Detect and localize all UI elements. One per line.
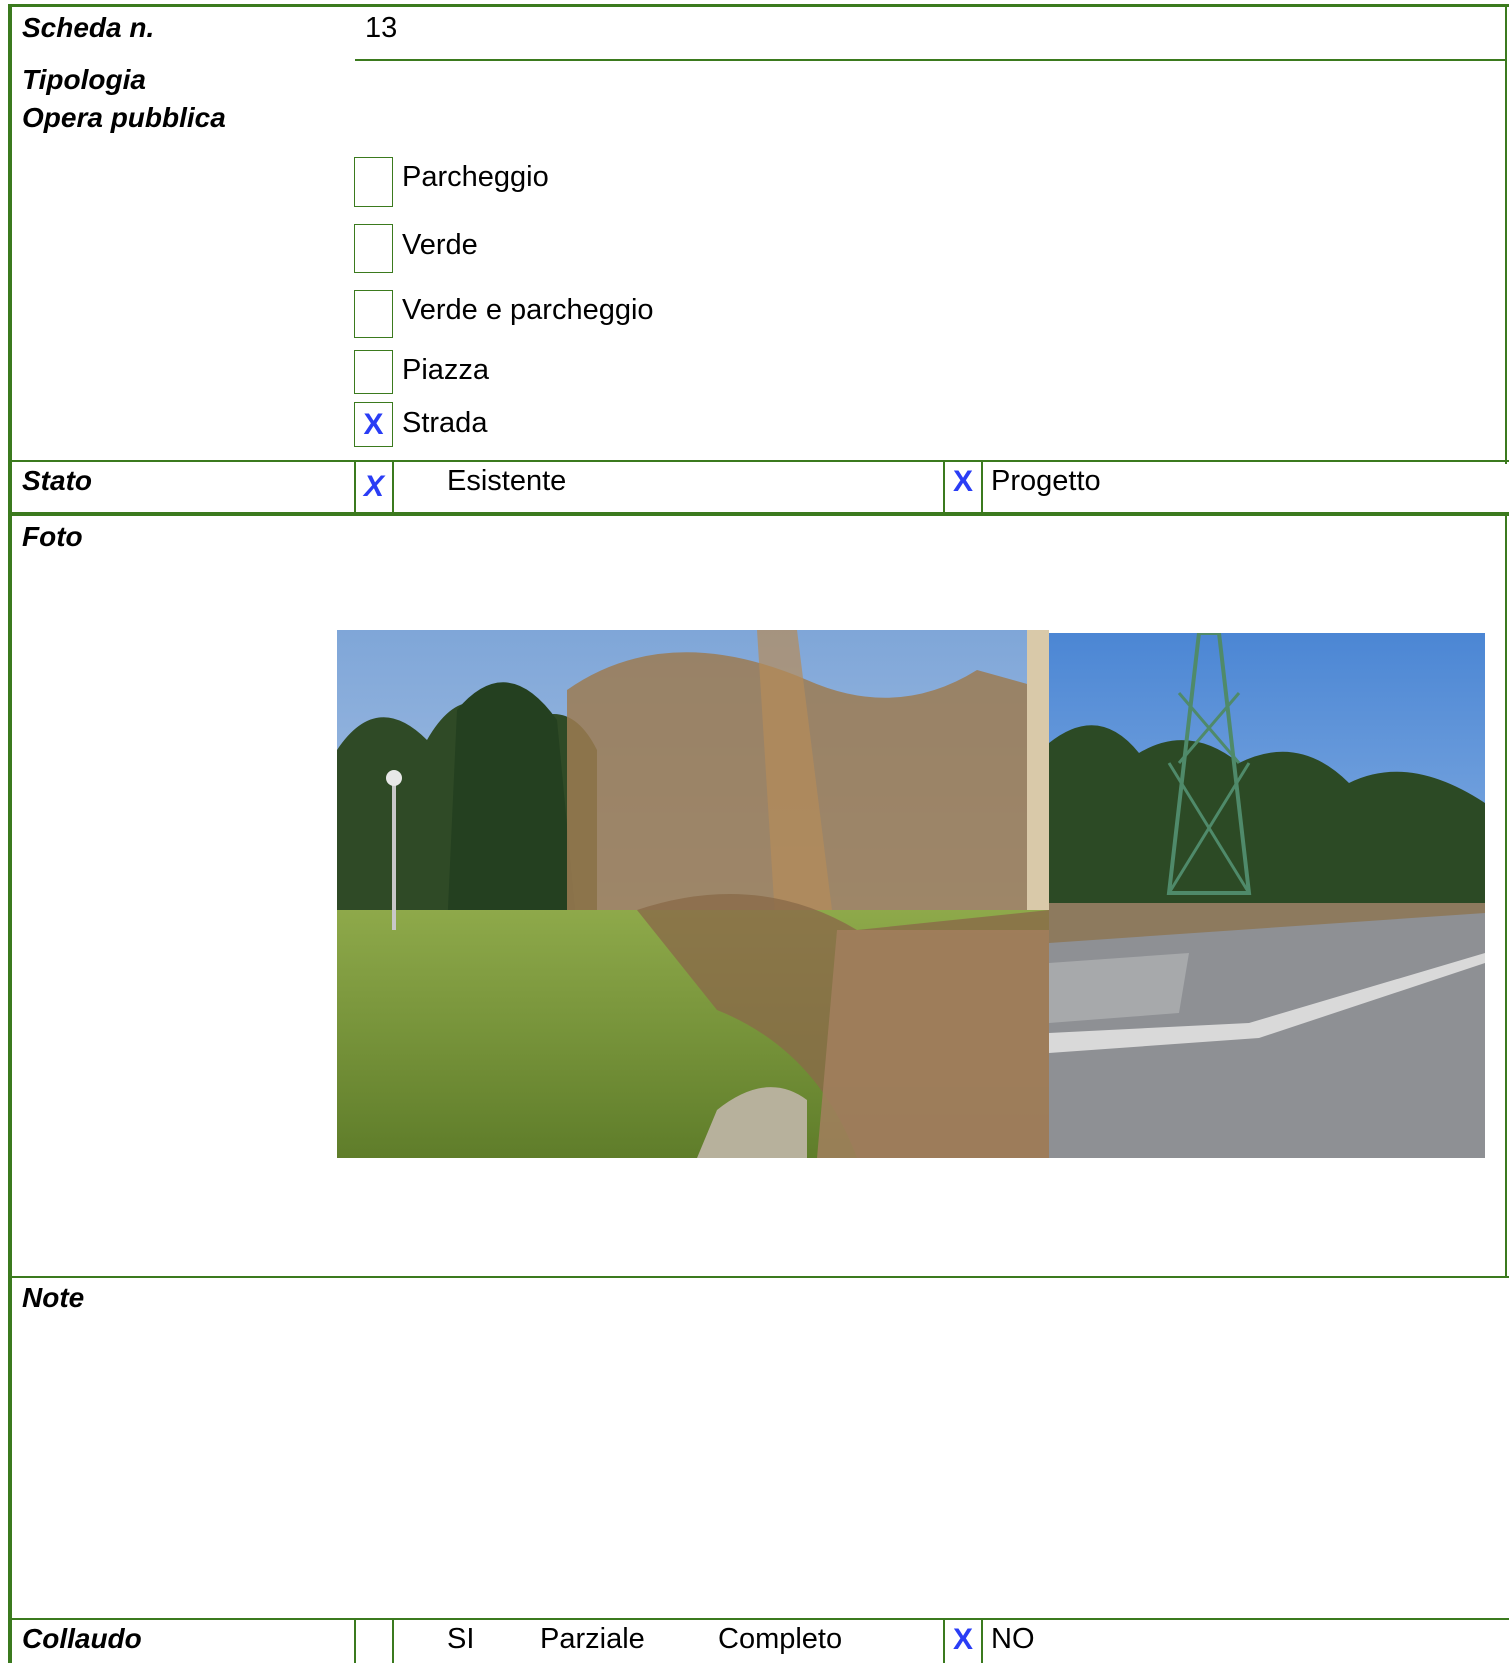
progetto-mark[interactable]: X xyxy=(945,465,981,499)
strada-mark: X xyxy=(363,408,384,441)
parcheggio-label: Parcheggio xyxy=(402,161,549,193)
note-label: Note xyxy=(22,1282,85,1313)
collaudo-vline-1 xyxy=(354,1620,356,1663)
stato-label: Stato xyxy=(22,465,92,496)
opera-pubblica-label: Opera pubblica xyxy=(22,102,226,133)
esistente-mark[interactable]: X xyxy=(356,470,392,504)
frame-right-lower xyxy=(1505,515,1507,1278)
collaudo-vline-2 xyxy=(392,1620,394,1663)
verde-e-parcheggio-checkbox[interactable] xyxy=(354,290,393,338)
frame-top xyxy=(10,4,1509,7)
header-divider xyxy=(355,59,1507,61)
verde-label: Verde xyxy=(402,229,478,261)
scheda-value: 13 xyxy=(365,12,398,44)
road-pylon-photo xyxy=(1049,633,1485,1158)
strada-label: Strada xyxy=(402,407,488,439)
stato-bottom-divider xyxy=(10,512,1509,516)
frame-left xyxy=(8,4,12,1663)
stato-vline-4 xyxy=(981,462,983,513)
collaudo-top-divider xyxy=(10,1618,1509,1620)
no-label: NO xyxy=(991,1623,1035,1655)
stato-top-divider xyxy=(10,460,1509,462)
progetto-label: Progetto xyxy=(991,465,1101,497)
foto-label: Foto xyxy=(22,521,83,552)
collaudo-vline-4 xyxy=(981,1620,983,1663)
vegetation-field-photo xyxy=(337,630,1049,1158)
frame-right xyxy=(1505,4,1507,464)
piazza-checkbox[interactable] xyxy=(354,350,393,394)
si-label: SI xyxy=(447,1623,475,1655)
no-mark[interactable]: X xyxy=(945,1623,981,1657)
completo-label: Completo xyxy=(718,1623,843,1655)
scheda-label: Scheda n. xyxy=(22,12,155,43)
parcheggio-checkbox[interactable] xyxy=(354,157,393,207)
verde-e-parcheggio-label: Verde e parcheggio xyxy=(402,294,654,326)
note-top-divider xyxy=(10,1276,1509,1278)
tipologia-label: Tipologia xyxy=(22,64,146,95)
piazza-label: Piazza xyxy=(402,354,490,386)
collaudo-label: Collaudo xyxy=(22,1623,142,1654)
parziale-label: Parziale xyxy=(540,1623,645,1655)
verde-checkbox[interactable] xyxy=(354,224,393,273)
stato-vline-2 xyxy=(392,462,394,513)
esistente-label: Esistente xyxy=(447,465,567,497)
